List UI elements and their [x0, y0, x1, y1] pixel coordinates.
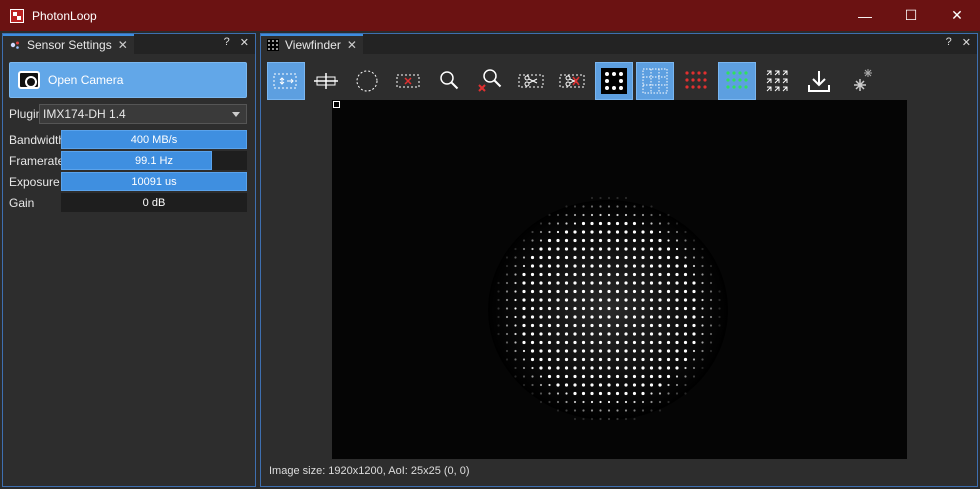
- zoom-icon: [440, 71, 459, 90]
- arrow-field-tool-button[interactable]: [759, 62, 797, 100]
- viewfinder-header: Viewfinder ✕ ? ✕: [261, 34, 977, 54]
- red-dots-tool-button[interactable]: [677, 62, 715, 100]
- tab-viewfinder[interactable]: Viewfinder ✕: [261, 34, 363, 54]
- param-slider-gain[interactable]: 0 dB: [61, 193, 247, 212]
- zoom-reset-icon: [478, 69, 502, 92]
- close-button[interactable]: ✕: [934, 0, 980, 31]
- maximize-button[interactable]: ☐: [888, 0, 934, 31]
- dot-grid-icon: [267, 39, 279, 51]
- dot-grid-icon: [601, 68, 627, 94]
- camera-icon: [18, 71, 40, 89]
- tab-label: Sensor Settings: [27, 38, 112, 52]
- red-dots-icon: [685, 71, 707, 89]
- cut-tool-button[interactable]: [513, 62, 551, 100]
- app-title: PhotonLoop: [32, 8, 97, 23]
- param-value: 10091 us: [131, 175, 177, 188]
- param-row-bandwidth: Bandwidth 400 MB/s: [9, 130, 247, 149]
- zoom-reset-tool-button[interactable]: [472, 62, 510, 100]
- tab-close-icon[interactable]: ✕: [347, 38, 357, 52]
- param-slider-framerate[interactable]: 99.1 Hz: [61, 151, 247, 170]
- viewfinder-toolbar: [267, 62, 879, 100]
- param-value: 0 dB: [142, 196, 166, 209]
- spot-pattern-image: [332, 100, 907, 459]
- crosshair-icon: [314, 73, 338, 89]
- aoi-handle[interactable]: [333, 101, 340, 108]
- chevron-down-icon: [232, 112, 240, 117]
- viewfinder-panel: Viewfinder ✕ ? ✕ Image size: 1920x1200, …: [260, 33, 978, 487]
- param-row-framerate: Framerate 99.1 Hz: [9, 151, 247, 170]
- help-icon[interactable]: ?: [946, 36, 952, 49]
- dock-close-icon[interactable]: ✕: [962, 36, 971, 49]
- grid-icon: [642, 68, 668, 94]
- plugin-value: IMX174-DH 1.4: [43, 107, 126, 121]
- open-camera-label: Open Camera: [48, 73, 124, 87]
- tab-sensor-settings[interactable]: Sensor Settings ✕: [3, 34, 134, 54]
- sensor-icon: [10, 41, 19, 49]
- green-dots-tool-button[interactable]: [718, 62, 756, 100]
- dot-grid-tool-button[interactable]: [595, 62, 633, 100]
- minimize-button[interactable]: —: [842, 0, 888, 31]
- grid-tool-button[interactable]: [636, 62, 674, 100]
- sensor-settings-header: Sensor Settings ✕ ? ✕: [3, 34, 255, 54]
- param-value: 400 MB/s: [130, 133, 178, 146]
- param-row-exposure: Exposure 10091 us: [9, 172, 247, 191]
- crosshair-tool-button[interactable]: [308, 62, 346, 100]
- camera-image-view[interactable]: [332, 100, 907, 459]
- circle-select-icon: [356, 70, 378, 92]
- cut-remove-icon: [559, 74, 585, 88]
- download-icon: [808, 71, 830, 92]
- tab-close-icon[interactable]: ✕: [118, 38, 128, 52]
- dock-close-icon[interactable]: ✕: [240, 36, 249, 49]
- plugin-row: Plugin IMX174-DH 1.4: [9, 104, 247, 124]
- settings-sparkle-icon: [854, 69, 872, 91]
- help-icon[interactable]: ?: [224, 36, 230, 49]
- cut-remove-tool-button[interactable]: [554, 62, 592, 100]
- zoom-tool-button[interactable]: [431, 62, 469, 100]
- app-icon: [10, 8, 24, 23]
- tab-label: Viewfinder: [285, 38, 341, 52]
- circle-select-tool-button[interactable]: [349, 62, 387, 100]
- param-label: Framerate: [9, 153, 65, 168]
- download-tool-button[interactable]: [800, 62, 838, 100]
- param-slider-bandwidth[interactable]: 400 MB/s: [61, 130, 247, 149]
- param-value: 99.1 Hz: [135, 154, 173, 167]
- arrow-field-icon: [766, 70, 788, 92]
- plugin-select[interactable]: IMX174-DH 1.4: [39, 104, 247, 124]
- plugin-label: Plugin: [9, 107, 43, 121]
- settings-sparkle-tool-button[interactable]: [841, 62, 879, 100]
- title-bar: PhotonLoop — ☐ ✕: [0, 0, 980, 31]
- param-label: Exposure: [9, 174, 60, 189]
- param-row-gain: Gain 0 dB: [9, 193, 247, 212]
- select-aoi-tool-button[interactable]: [267, 62, 305, 100]
- sensor-settings-panel: Sensor Settings ✕ ? ✕ Open Camera Plugin…: [2, 33, 256, 487]
- open-camera-button[interactable]: Open Camera: [9, 62, 247, 98]
- select-aoi-icon: [273, 73, 297, 89]
- status-text: Image size: 1920x1200, AoI: 25x25 (0, 0): [269, 465, 470, 477]
- cut-icon: [518, 74, 544, 88]
- delete-aoi-icon: [396, 74, 420, 88]
- param-slider-exposure[interactable]: 10091 us: [61, 172, 247, 191]
- param-label: Gain: [9, 195, 35, 210]
- param-label: Bandwidth: [9, 132, 66, 147]
- green-dots-icon: [726, 71, 748, 89]
- delete-aoi-tool-button[interactable]: [390, 62, 428, 100]
